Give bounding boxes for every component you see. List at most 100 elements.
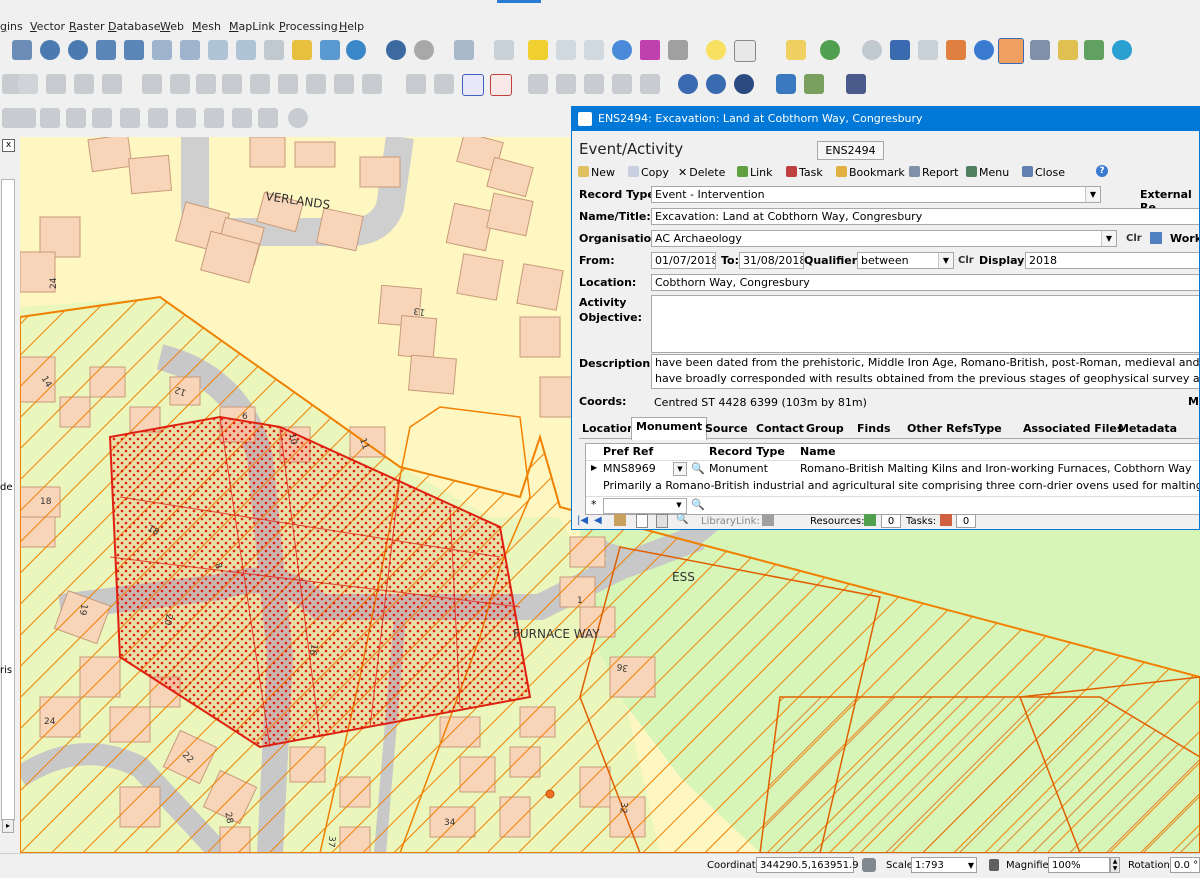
field-calculator-icon[interactable] (584, 40, 604, 60)
advanced-tool-10-icon[interactable] (232, 108, 252, 128)
coordinate-field[interactable]: 344290.5,163951.9 (756, 857, 859, 873)
edit-pencil-grey-icon[interactable] (18, 74, 38, 94)
binoculars-icon[interactable]: 🔍 (691, 462, 705, 475)
scroll-right-icon[interactable]: ▸ (2, 819, 14, 833)
digitize-icon[interactable] (334, 74, 354, 94)
tab-associated-files[interactable]: Associated Files (1023, 420, 1123, 438)
tab-contact[interactable]: Contact (756, 420, 804, 438)
tab-metadata[interactable]: Metadata (1118, 420, 1177, 438)
dialog-title-bar[interactable]: ENS2494: Excavation: Land at Cobthorn Wa… (572, 107, 1199, 131)
tab-type[interactable]: Type (973, 420, 1002, 438)
scale-field[interactable]: 1:793 ▼ (911, 857, 977, 873)
qualifier-select[interactable]: between ▼ (857, 252, 954, 269)
open-record-icon[interactable] (614, 514, 626, 526)
refresh-icon[interactable] (346, 40, 366, 60)
tab-finds[interactable]: Finds (857, 420, 891, 438)
rotate-tool-icon[interactable] (288, 108, 308, 128)
record-icon[interactable] (946, 40, 966, 60)
info-icon[interactable] (974, 40, 994, 60)
magnifier-field[interactable]: 100% (1048, 857, 1110, 873)
close-button[interactable]: Close (1022, 166, 1065, 179)
monument-area-east[interactable] (759, 696, 1200, 853)
clear-organisation-button[interactable]: Clr (1126, 233, 1142, 244)
label-pin-grey-icon[interactable] (640, 74, 660, 94)
label-pin-icon[interactable] (434, 74, 454, 94)
undo-icon[interactable] (278, 74, 298, 94)
help-icon[interactable] (846, 74, 866, 94)
new-map-view-icon[interactable] (264, 40, 284, 60)
link-button[interactable]: Link (737, 166, 773, 179)
python-icon[interactable] (776, 74, 796, 94)
binoculars-icon[interactable]: 🔍 (676, 514, 688, 525)
report-button[interactable]: Report (909, 166, 958, 179)
advanced-tool-5-icon[interactable] (92, 108, 112, 128)
name-title-input[interactable]: Excavation: Land at Cobthorn Way, Congre… (651, 208, 1199, 225)
location-input[interactable]: Cobthorn Way, Congresbury (651, 274, 1199, 291)
layout-manager-icon[interactable] (890, 40, 910, 60)
select-value-icon[interactable] (494, 40, 514, 60)
add-feature-icon[interactable] (74, 74, 94, 94)
resources-icon[interactable] (864, 514, 876, 526)
select-rect-icon[interactable] (786, 40, 806, 60)
zoom-last-icon[interactable] (208, 40, 228, 60)
to-date-input[interactable]: 31/08/2018 (739, 252, 804, 269)
cloud-icon[interactable] (862, 40, 882, 60)
advanced-tool-8-icon[interactable] (176, 108, 196, 128)
advanced-tool-2-icon[interactable] (16, 108, 36, 128)
menu-vector[interactable]: Vector (30, 20, 65, 33)
label-move-icon[interactable] (528, 74, 548, 94)
tab-monument[interactable]: Monument (631, 417, 708, 440)
action-icon[interactable] (414, 40, 434, 60)
library-link-icon[interactable] (762, 514, 774, 526)
advanced-tool-4-icon[interactable] (66, 108, 86, 128)
tab-other-refs[interactable]: Other Refs (907, 420, 973, 438)
temporal-icon[interactable] (292, 40, 312, 60)
point-feature[interactable] (545, 789, 555, 799)
new-record-icon[interactable] (636, 514, 648, 528)
zoom-out-icon[interactable] (68, 40, 88, 60)
redo-icon[interactable] (306, 74, 326, 94)
globe-add-icon[interactable] (706, 74, 726, 94)
vertex-tool-icon[interactable] (102, 74, 122, 94)
identify-icon[interactable] (386, 40, 406, 60)
zoom-in-icon[interactable] (40, 40, 60, 60)
label-show-icon[interactable] (612, 74, 632, 94)
tasks-icon[interactable] (940, 514, 952, 526)
lock-icon[interactable] (989, 859, 999, 871)
description-textarea[interactable]: have been dated from the prehistoric, Mi… (651, 354, 1199, 389)
processing-toolbox-icon[interactable] (612, 40, 632, 60)
zoom-layer-icon[interactable] (152, 40, 172, 60)
chevron-down-icon[interactable]: ▼ (673, 462, 687, 476)
menu-processing[interactable]: Processing (279, 20, 338, 33)
delete-selected-icon[interactable] (170, 74, 190, 94)
task-button[interactable]: Task (786, 166, 823, 179)
coordinate-toggle-icon[interactable] (862, 858, 876, 872)
advanced-tool-9-icon[interactable] (204, 108, 224, 128)
from-date-input[interactable]: 01/07/2018 (651, 252, 716, 269)
previous-record-icon[interactable]: ◀ (594, 515, 602, 526)
first-record-icon[interactable]: |◀ (577, 515, 588, 526)
layers-list[interactable] (1, 179, 15, 821)
snapping-icon[interactable] (362, 74, 382, 94)
column-header-pref-ref[interactable]: Pref Ref (603, 444, 653, 460)
database-icon[interactable] (1084, 40, 1104, 60)
column-header-name[interactable]: Name (800, 444, 836, 460)
zoom-map-icon[interactable] (804, 74, 824, 94)
label-change-icon[interactable] (584, 74, 604, 94)
zoom-selection-icon[interactable] (124, 40, 144, 60)
label-tool-icon[interactable] (406, 74, 426, 94)
statistics-icon[interactable] (640, 40, 660, 60)
pan-icon[interactable] (12, 40, 32, 60)
new-button[interactable]: New (578, 166, 615, 179)
advanced-tool-6-icon[interactable] (120, 108, 140, 128)
menu-web[interactable]: Web (160, 20, 184, 33)
add-layer-icon[interactable] (1030, 40, 1050, 60)
text-annotation-icon[interactable] (734, 40, 756, 62)
edit-pencil-icon[interactable] (1058, 40, 1078, 60)
select-features-icon[interactable] (454, 40, 474, 60)
advanced-tool-3-icon[interactable] (40, 108, 60, 128)
tab-location[interactable]: Location (582, 420, 635, 438)
bookmark-button[interactable]: Bookmark (836, 166, 905, 179)
zoom-next-icon[interactable] (236, 40, 256, 60)
map-tips-icon[interactable] (706, 40, 726, 60)
